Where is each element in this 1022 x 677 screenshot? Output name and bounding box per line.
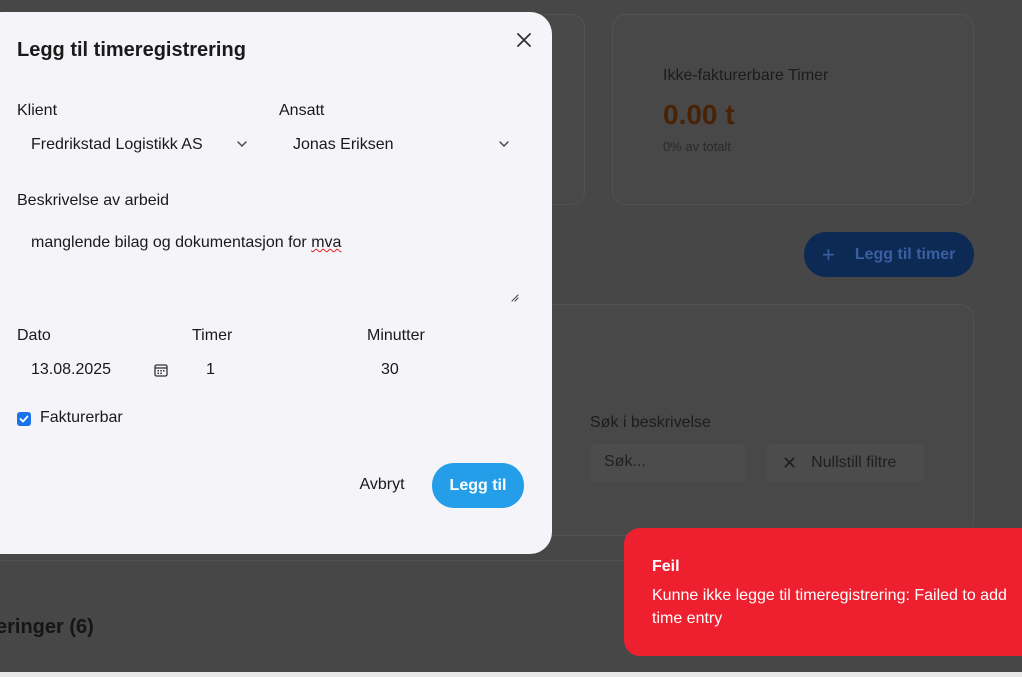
date-label: Dato	[17, 327, 51, 344]
reset-filters-label: Nullstill filtre	[811, 454, 897, 471]
minutes-label: Minutter	[367, 327, 425, 344]
add-hours-label: Legg til timer	[854, 245, 956, 263]
search-input[interactable]: Søk...	[590, 444, 746, 482]
add-time-entry-modal: Legg til timeregistrering Klient Fredrik…	[0, 12, 552, 554]
card-value: 0.00 t	[663, 99, 735, 130]
minutes-input[interactable]: 30	[367, 352, 527, 388]
employee-label: Ansatt	[279, 102, 325, 119]
resize-handle-icon[interactable]	[509, 292, 519, 302]
hours-input[interactable]: 1	[192, 352, 352, 388]
filter-card	[500, 304, 974, 536]
chevron-down-icon	[237, 141, 247, 147]
calendar-icon[interactable]	[153, 362, 169, 378]
billable-checkbox[interactable]	[17, 412, 31, 426]
toast-title: Feil	[652, 558, 680, 575]
hours-value: 1	[206, 361, 215, 378]
submit-button[interactable]: Legg til	[432, 463, 524, 508]
card-subtitle: 0% av totalt	[663, 139, 731, 154]
description-text: manglende bilag og dokumentasjon for	[31, 234, 312, 251]
close-icon	[517, 33, 531, 47]
modal-title: Legg til timeregistrering	[17, 39, 246, 61]
description-misspelled-word: mva	[311, 234, 342, 251]
client-label: Klient	[17, 102, 58, 119]
description-label: Beskrivelse av arbeid	[17, 192, 170, 209]
date-input[interactable]: 13.08.2025	[17, 352, 177, 388]
non-billable-hours-card: Ikke-fakturerbare Timer 0.00 t 0% av tot…	[612, 14, 974, 205]
employee-select[interactable]: Jonas Eriksen	[279, 127, 515, 163]
chevron-down-icon	[499, 141, 509, 147]
toast-message: Kunne ikke legge til timeregistrering: F…	[652, 587, 1007, 627]
close-button[interactable]	[514, 30, 534, 50]
description-textarea[interactable]: manglende bilag og dokumentasjon for mva	[17, 222, 525, 304]
section-title: eringer (6)	[0, 616, 94, 638]
hours-label: Timer	[192, 327, 233, 344]
billable-label[interactable]: Fakturerbar	[40, 409, 123, 427]
error-toast: Feil Kunne ikke legge til timeregistreri…	[624, 528, 1022, 656]
x-icon: ✕	[782, 452, 798, 473]
employee-value: Jonas Eriksen	[293, 136, 394, 153]
search-label: Søk i beskrivelse	[590, 414, 711, 431]
client-select[interactable]: Fredrikstad Logistikk AS	[17, 127, 253, 163]
bottom-strip	[0, 672, 1022, 677]
add-hours-button[interactable]: + Legg til timer	[804, 232, 974, 277]
client-value: Fredrikstad Logistikk AS	[31, 136, 203, 153]
minutes-value: 30	[381, 361, 399, 378]
date-value: 13.08.2025	[31, 361, 112, 378]
plus-icon: +	[822, 241, 835, 267]
reset-filters-button[interactable]: ✕ Nullstill filtre	[766, 444, 924, 482]
card-title: Ikke-fakturerbare Timer	[663, 67, 829, 84]
checkmark-icon	[19, 415, 29, 423]
cancel-button[interactable]: Avbryt	[342, 472, 422, 498]
